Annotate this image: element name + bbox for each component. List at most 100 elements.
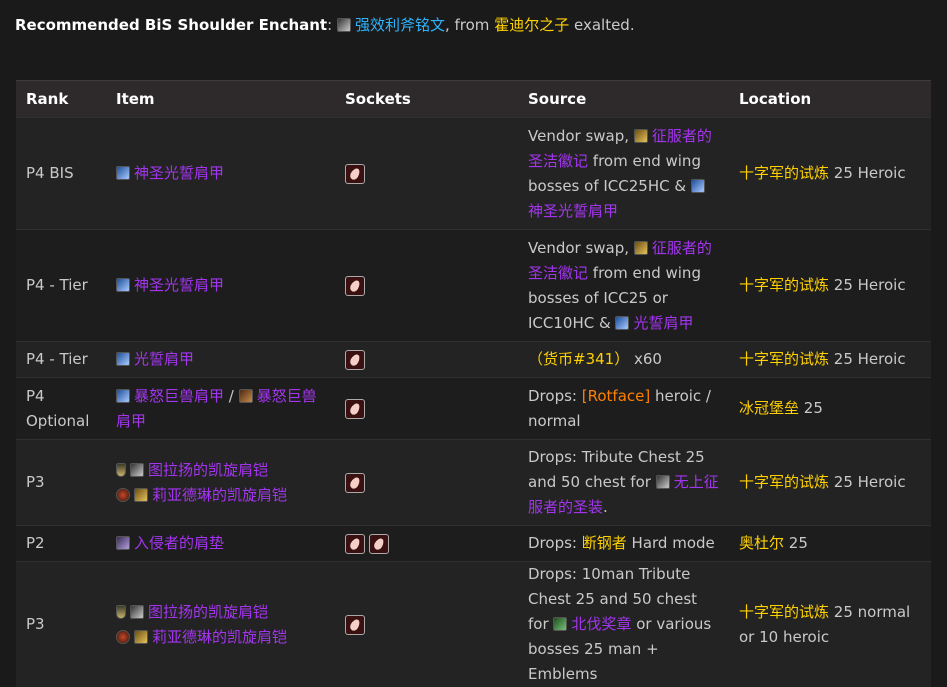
location-text: 25: [789, 534, 808, 552]
shoulder-icon: [116, 352, 130, 366]
shoulder-icon: [116, 389, 130, 403]
location-cell: 十字军的试炼 25 Heroic: [729, 440, 931, 526]
rank-cell: P4 - Tier: [16, 230, 106, 342]
shoulder-icon: [134, 488, 148, 502]
header-source[interactable]: Source: [518, 81, 729, 118]
enchant-recommendation: Recommended BiS Shoulder Enchant: 强效利斧铭文…: [15, 14, 635, 36]
source-cell: Drops: [Rotface] heroic / normal: [518, 378, 729, 440]
table-row: P4 - Tier 光誓肩甲 （货币#341） x60 十字军的试炼 25 He…: [16, 342, 931, 378]
location-text: 25: [804, 399, 823, 417]
zone-link[interactable]: 十字军的试炼: [739, 276, 829, 294]
socket-gem-icon[interactable]: [345, 615, 365, 635]
header-item[interactable]: Item: [106, 81, 335, 118]
item-link[interactable]: 神圣光誓肩甲: [528, 202, 618, 220]
sockets-cell: [335, 440, 518, 526]
zone-link[interactable]: 奥杜尔: [739, 534, 784, 552]
zone-link[interactable]: 十字军的试炼: [739, 164, 829, 182]
header-rank[interactable]: Rank: [16, 81, 106, 118]
item-link[interactable]: 入侵者的肩垫: [134, 534, 224, 552]
item-cell: 神圣光誓肩甲: [106, 230, 335, 342]
location-text: 25 Heroic: [834, 473, 906, 491]
enchant-label: Recommended BiS Shoulder Enchant: [15, 16, 327, 34]
sockets-cell: [335, 526, 518, 562]
location-text: 25 Heroic: [834, 164, 906, 182]
zone-link[interactable]: 十字军的试炼: [739, 350, 829, 368]
source-text: Vendor swap,: [528, 127, 629, 145]
source-cell: Drops: 断钢者 Hard mode: [518, 526, 729, 562]
enchant-from: , from: [445, 16, 489, 34]
location-cell: 十字军的试炼 25 normal or 10 heroic: [729, 562, 931, 687]
source-text: Vendor swap,: [528, 239, 629, 257]
zone-link[interactable]: 十字军的试炼: [739, 603, 829, 621]
table-row: P4 Optional 暴怒巨兽肩甲 / 暴怒巨兽肩甲 Drops: [Rotf…: [16, 378, 931, 440]
socket-gem-icon[interactable]: [345, 399, 365, 419]
emblem-icon: [634, 129, 648, 143]
sockets-cell: [335, 230, 518, 342]
rank-cell: P3: [16, 562, 106, 687]
table-row: P4 - Tier 神圣光誓肩甲 Vendor swap, 征服者的圣洁徽记 f…: [16, 230, 931, 342]
source-text: Hard mode: [632, 534, 715, 552]
source-cell: （货币#341） x60: [518, 342, 729, 378]
location-text: 25 Heroic: [834, 276, 906, 294]
shield-icon: [116, 463, 126, 477]
socket-gem-icon[interactable]: [345, 164, 365, 184]
enchant-colon: :: [327, 16, 332, 34]
shoulder-icon: [116, 166, 130, 180]
socket-gem-icon[interactable]: [345, 534, 365, 554]
shoulder-icon: [116, 278, 130, 292]
socket-gem-icon[interactable]: [345, 473, 365, 493]
item-link[interactable]: 莉亚德琳的凯旋肩铠: [152, 486, 287, 504]
header-location[interactable]: Location: [729, 81, 931, 118]
rank-cell: P2: [16, 526, 106, 562]
tabard-icon: [553, 617, 567, 631]
zone-link[interactable]: 冰冠堡垒: [739, 399, 799, 417]
item-link[interactable]: 暴怒巨兽肩甲: [134, 387, 224, 405]
item-link[interactable]: 图拉扬的凯旋肩铠: [148, 461, 268, 479]
shoulder-icon: [691, 179, 705, 193]
table-row: P4 BIS 神圣光誓肩甲 Vendor swap, 征服者的圣洁徽记 from…: [16, 118, 931, 230]
table-row: P2 入侵者的肩垫 Drops: 断钢者 Hard mode 奥杜尔 25: [16, 526, 931, 562]
source-cell: Vendor swap, 征服者的圣洁徽记 from end wing boss…: [518, 230, 729, 342]
item-link[interactable]: 图拉扬的凯旋肩铠: [148, 603, 268, 621]
currency-link[interactable]: （货币#341）: [528, 350, 629, 368]
socket-gem-icon[interactable]: [345, 276, 365, 296]
item-link[interactable]: 神圣光誓肩甲: [134, 164, 224, 182]
location-cell: 奥杜尔 25: [729, 526, 931, 562]
enchant-faction-link[interactable]: 霍迪尔之子: [494, 16, 569, 34]
source-text: .: [603, 498, 608, 516]
source-text: Drops:: [528, 387, 577, 405]
location-cell: 十字军的试炼 25 Heroic: [729, 230, 931, 342]
item-cell: 图拉扬的凯旋肩铠 莉亚德琳的凯旋肩铠: [106, 440, 335, 526]
boss-link[interactable]: [Rotface]: [582, 387, 650, 405]
emblem-icon: [634, 241, 648, 255]
boss-link[interactable]: 断钢者: [582, 534, 627, 552]
item-link[interactable]: 北伐奖章: [571, 615, 631, 633]
shield-icon: [116, 605, 126, 619]
rank-cell: P4 - Tier: [16, 342, 106, 378]
socket-gem-icon[interactable]: [369, 534, 389, 554]
socket-gem-icon[interactable]: [345, 350, 365, 370]
shoulder-icon: [130, 463, 144, 477]
table-row: P3 图拉扬的凯旋肩铠 莉亚德琳的凯旋肩铠 Drops: 10man Tribu…: [16, 562, 931, 687]
item-cell: 入侵者的肩垫: [106, 526, 335, 562]
location-cell: 十字军的试炼 25 Heroic: [729, 342, 931, 378]
faction-crest-icon: [116, 488, 130, 502]
faction-crest-icon: [116, 630, 130, 644]
header-sockets[interactable]: Sockets: [335, 81, 518, 118]
sockets-cell: [335, 562, 518, 687]
currency-qty: x60: [634, 350, 662, 368]
enchant-item-link[interactable]: 强效利斧铭文: [355, 16, 445, 34]
source-cell: Vendor swap, 征服者的圣洁徽记 from end wing boss…: [518, 118, 729, 230]
item-link[interactable]: 光誓肩甲: [633, 314, 693, 332]
zone-link[interactable]: 十字军的试炼: [739, 473, 829, 491]
item-link[interactable]: 莉亚德琳的凯旋肩铠: [152, 628, 287, 646]
item-link[interactable]: 光誓肩甲: [134, 350, 194, 368]
rune-icon: [337, 18, 351, 32]
source-cell: Drops: 10man Tribute Chest 25 and 50 che…: [518, 562, 729, 687]
rank-cell: P3: [16, 440, 106, 526]
sockets-cell: [335, 342, 518, 378]
shoulder-icon: [134, 630, 148, 644]
token-icon: [656, 475, 670, 489]
item-cell: 暴怒巨兽肩甲 / 暴怒巨兽肩甲: [106, 378, 335, 440]
item-link[interactable]: 神圣光誓肩甲: [134, 276, 224, 294]
